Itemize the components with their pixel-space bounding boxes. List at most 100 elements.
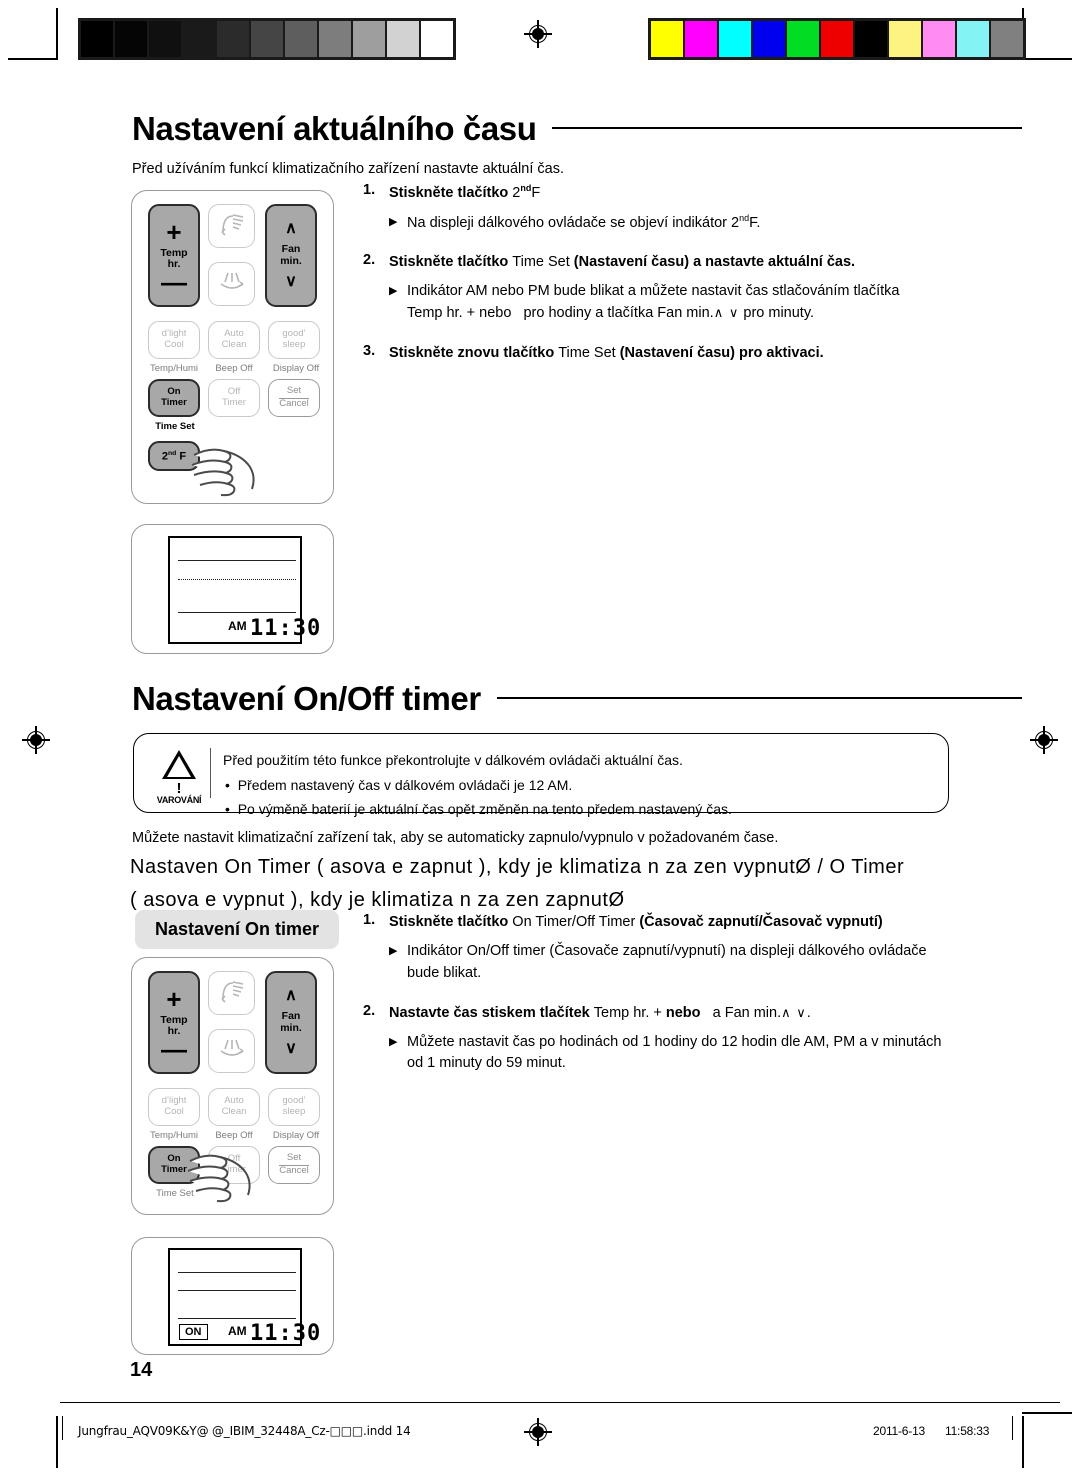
arrow-glyphs-2: ∧ ∨ [781,1004,807,1020]
section2-steps: 1. Stiskněte tlačítko On Timer/Off Timer… [363,912,1018,1093]
registration-mark-bottom-center [524,1418,552,1446]
step-number: 1. [363,182,376,198]
good-sleep-button-2[interactable]: good’ sleep [268,1088,320,1126]
swing-down-button[interactable] [208,262,255,306]
chevron-up-icon: ∧ [285,986,297,1004]
crop-mark-top-right-h [1022,58,1072,60]
sleep-label: sleep [282,339,306,350]
chevron-down-icon: ∨ [285,1040,297,1058]
color-swatch-5 [821,21,853,57]
sub2-a: Temp hr. + nebo [407,305,512,322]
page-number: 14 [130,1359,153,1381]
color-swatch-0 [651,21,683,57]
footer-divider-v-left [62,1416,63,1440]
temp-humi-sublabel: Temp/Humi [149,363,199,374]
sub2-line2: Temp hr. + nebo pro hodiny a tlačítka Fa… [407,303,899,325]
lcd-line-1 [178,560,296,562]
plus-label-2: + [166,984,182,1015]
plus-label: + [166,217,182,248]
set-cancel-button[interactable]: Set Cancel [268,379,320,417]
auto-clean-button-2[interactable]: Auto Clean [208,1088,260,1126]
sub1-sup: nd [739,212,750,223]
auto-clean-button[interactable]: Auto Clean [208,321,260,359]
dlight-cool-button[interactable]: d’light Cool [148,321,200,359]
sub1-a: Na displeji dálkového ovládače se objeví… [407,214,740,231]
warning-line1: Před použitím této funkce překontrolujte… [223,752,683,768]
s2-step2-a: Nastavte čas stiskem tlačítek [389,1004,594,1021]
beep-off-sublabel-2: Beep Off [215,1130,253,1141]
step-subitem: ▶ Indikátor AM nebo PM bude blikat a můž… [389,281,1013,325]
gray-swatch-5 [251,21,283,57]
color-calibration-bar [648,18,1026,60]
footer-divider-v [1012,1416,1013,1440]
step-subitem: ▶ Indikátor On/Off timer (Časovače zapnu… [389,941,1018,985]
page-title: Nastavení aktuálního času [132,110,537,147]
on-timer-pill-label: Nastavení On timer [135,910,340,949]
cool-label: Cool [164,339,184,350]
crop-mark-bottom-left-v [56,1416,58,1468]
footer-date: 2011-6-13 [873,1424,926,1438]
step-text: Stiskněte tlačítko Time Set (Nastavení č… [389,252,855,273]
color-swatch-4 [787,21,819,57]
good-sleep-button[interactable]: good’ sleep [268,321,320,359]
exclamation-mark: ! [176,780,182,797]
step2-text-a: Stiskněte tlačítko [389,254,513,271]
gray-swatch-3 [183,21,215,57]
step-item: 1. Stiskněte tlačítko 2ndF [363,182,1013,204]
swing-up-icon [217,979,247,1008]
swing-down-icon [217,1037,247,1066]
on-timer-button[interactable]: On Timer [148,379,200,417]
lcd-display-2: ON AM 11:30 [168,1248,320,1346]
s2-step2-c: nebo [661,1004,701,1021]
swing-up-button-2[interactable] [208,971,255,1015]
temp-hr-button[interactable]: + Temp hr. — [148,204,200,307]
fan-min-button[interactable]: ∧ Fan min. ∨ [265,204,317,307]
color-swatch-6 [855,21,887,57]
section1-intro-text: Před užíváním funkcí klimatizačního zaří… [132,161,564,177]
secondf-sup: nd [168,449,177,457]
swing-up-button[interactable] [208,204,255,248]
display-off-sublabel-2: Display Off [272,1130,320,1141]
fan-label-line2-b: min. [280,1021,302,1034]
second-f-button[interactable]: 2nd F [148,441,200,471]
time-set-sublabel: Time Set [155,421,195,432]
color-swatch-2 [719,21,751,57]
gray-swatch-6 [285,21,317,57]
footer-filename: Jungfrau_AQV09K&Y@ @_IBIM_32448A_Cz-□□□.… [78,1424,411,1438]
lcd-panel-wrapper-1: AM 11:30 [131,524,334,654]
swing-down-button-2[interactable] [208,1029,255,1073]
step-item: 2. Nastavte čas stiskem tlačítek Temp hr… [363,1003,1018,1024]
cool-label-2: Cool [164,1106,184,1117]
step3-text-a: Stiskněte znovu tlačítko [389,344,559,361]
gray-swatch-1 [115,21,147,57]
registration-mark-right [1030,726,1058,754]
fan-min-button-2[interactable]: ∧ Fan min. ∨ [265,971,317,1074]
warning-text: Před použitím této funkce překontrolujte… [223,748,732,817]
temp-hr-button-2[interactable]: + Temp hr. — [148,971,200,1074]
warning-bullet: • Po výměně baterií je aktuální čas opět… [225,801,732,817]
time-set-sublabel-2: Time Set [156,1188,194,1199]
step-number: 2. [363,252,376,269]
color-swatch-3 [753,21,785,57]
dlight-cool-button-2[interactable]: d’light Cool [148,1088,200,1126]
registration-mark-left [22,726,50,754]
substep-text: Můžete nastavit čas po hodinách od 1 hod… [407,1032,941,1076]
set-cancel-button-2[interactable]: Set Cancel [268,1146,320,1184]
sub2-c: pro minuty. [743,305,815,322]
clean-label-2: Clean [221,1106,247,1117]
timer-label-2: Timer [222,397,246,408]
off-timer-button-2[interactable]: Off Timer [208,1146,260,1184]
substep-text: Indikátor On/Off timer (Časovače zapnutí… [407,941,927,985]
temp-humi-sublabel-2: Temp/Humi [149,1130,199,1141]
glitched-text-line1: Nastaven On Timer ( asova e zapnut ), kd… [130,856,905,878]
remote-control-diagram-2: + Temp hr. — ∧ Fan min. ∨ d’light Cool Au… [131,957,334,1215]
display-off-sublabel: Display Off [272,363,320,374]
on-timer-button-2[interactable]: On Timer [148,1146,200,1184]
step-item: 1. Stiskněte tlačítko On Timer/Off Timer… [363,912,1018,933]
fan-label-line1-b: Fan [281,1009,301,1022]
registration-mark-top-center [524,20,552,48]
off-timer-button[interactable]: Off Timer [208,379,260,417]
lcd-time-2: 11:30 [250,1321,322,1346]
crop-mark-top-left-v [56,8,58,60]
bullet-triangle-icon: ▶ [389,285,398,298]
